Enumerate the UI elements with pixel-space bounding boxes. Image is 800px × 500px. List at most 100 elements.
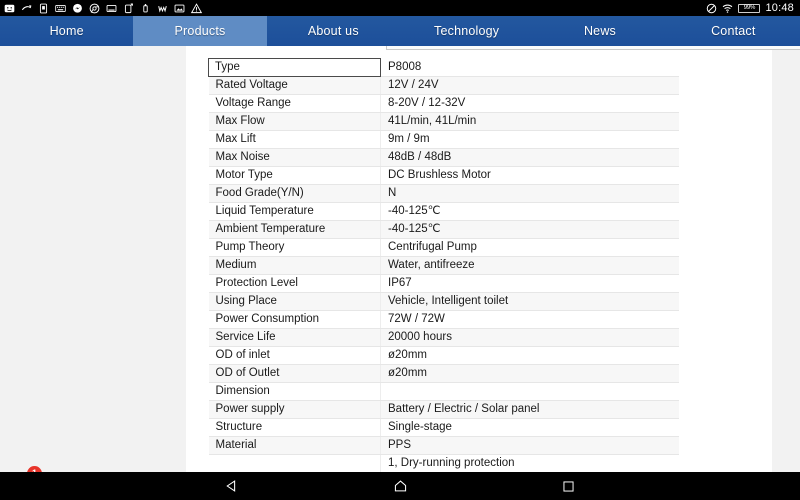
- battery-percent-sign: %: [750, 5, 755, 12]
- table-row[interactable]: Dimension: [209, 383, 679, 401]
- table-row[interactable]: Using PlaceVehicle, Intelligent toilet: [209, 293, 679, 311]
- spec-key-cell[interactable]: Structure: [209, 419, 381, 437]
- spec-value-cell[interactable]: Centrifugal Pump: [381, 239, 679, 257]
- spec-value-cell[interactable]: P8008: [381, 59, 679, 77]
- spec-value-cell[interactable]: IP67: [381, 275, 679, 293]
- product-specification-table: TypeP8008Rated Voltage12V / 24VVoltage R…: [208, 58, 679, 472]
- spec-key-cell[interactable]: Food Grade(Y/N): [209, 185, 381, 203]
- status-bar-notification-icons: [0, 3, 706, 14]
- spec-value-cell[interactable]: 9m / 9m: [381, 131, 679, 149]
- site-top-navigation[interactable]: Home Products About us Technology News C…: [0, 16, 800, 46]
- recents-button[interactable]: [559, 477, 577, 495]
- nav-item-technology[interactable]: Technology: [400, 16, 533, 46]
- spec-key-cell[interactable]: Medium: [209, 257, 381, 275]
- android-navigation-bar[interactable]: [0, 472, 800, 500]
- spec-value-cell[interactable]: 20000 hours: [381, 329, 679, 347]
- sim-card-icon: [38, 3, 49, 14]
- table-row[interactable]: MediumWater, antifreeze: [209, 257, 679, 275]
- spec-value-cell[interactable]: 1, Dry-running protection: [381, 455, 679, 473]
- table-row[interactable]: Power supplyBattery / Electric / Solar p…: [209, 401, 679, 419]
- chrome-icon: [89, 3, 100, 14]
- gallery-icon: [174, 3, 185, 14]
- battery-indicator: 99%: [738, 4, 760, 13]
- spec-value-cell[interactable]: 72W / 72W: [381, 311, 679, 329]
- spec-value-cell[interactable]: -40-125℃: [381, 221, 679, 239]
- table-row[interactable]: Ambient Temperature-40-125℃: [209, 221, 679, 239]
- spec-value-cell[interactable]: 41L/min, 41L/min: [381, 113, 679, 131]
- status-bar-clock: 10:48: [765, 3, 794, 14]
- spec-key-cell[interactable]: Type: [209, 59, 381, 77]
- spec-key-cell[interactable]: Max Lift: [209, 131, 381, 149]
- spec-key-cell[interactable]: Motor Type: [209, 167, 381, 185]
- table-row[interactable]: Pump TheoryCentrifugal Pump: [209, 239, 679, 257]
- table-row[interactable]: Max Noise48dB / 48dB: [209, 149, 679, 167]
- nav-item-contact[interactable]: Contact: [667, 16, 800, 46]
- device-screen: 99% 10:48 Home Products About us Technol…: [0, 0, 800, 500]
- spec-value-cell[interactable]: Vehicle, Intelligent toilet: [381, 293, 679, 311]
- nav-item-products[interactable]: Products: [133, 16, 266, 46]
- table-row[interactable]: 1, Dry-running protection: [209, 455, 679, 473]
- table-row[interactable]: Food Grade(Y/N)N: [209, 185, 679, 203]
- spec-key-cell[interactable]: Ambient Temperature: [209, 221, 381, 239]
- table-row[interactable]: Protection LevelIP67: [209, 275, 679, 293]
- spec-key-cell[interactable]: OD of inlet: [209, 347, 381, 365]
- whatsapp-icon: [157, 3, 168, 14]
- spec-key-cell[interactable]: Power Consumption: [209, 311, 381, 329]
- spec-key-cell[interactable]: Using Place: [209, 293, 381, 311]
- spec-value-cell[interactable]: ø20mm: [381, 347, 679, 365]
- spec-table-body: TypeP8008Rated Voltage12V / 24VVoltage R…: [209, 59, 679, 473]
- spec-key-cell[interactable]: OD of Outlet: [209, 365, 381, 383]
- spec-key-cell[interactable]: Voltage Range: [209, 95, 381, 113]
- spec-key-cell[interactable]: Power supply: [209, 401, 381, 419]
- nav-item-about-us[interactable]: About us: [267, 16, 400, 46]
- call-missed-icon: [21, 3, 32, 14]
- keyboard-icon: [55, 3, 66, 14]
- spec-key-cell[interactable]: [209, 455, 381, 473]
- table-row[interactable]: Max Flow41L/min, 41L/min: [209, 113, 679, 131]
- spec-value-cell[interactable]: ø20mm: [381, 365, 679, 383]
- status-bar-system-icons: 99% 10:48: [706, 3, 800, 14]
- table-row[interactable]: Rated Voltage12V / 24V: [209, 77, 679, 95]
- spec-value-cell[interactable]: 48dB / 48dB: [381, 149, 679, 167]
- facebook-messenger-icon: [72, 3, 83, 14]
- spec-value-cell[interactable]: 12V / 24V: [381, 77, 679, 95]
- table-row[interactable]: MaterialPPS: [209, 437, 679, 455]
- spec-key-cell[interactable]: Max Flow: [209, 113, 381, 131]
- table-row[interactable]: TypeP8008: [209, 59, 679, 77]
- spec-value-cell[interactable]: Water, antifreeze: [381, 257, 679, 275]
- spec-value-cell[interactable]: -40-125℃: [381, 203, 679, 221]
- spec-key-cell[interactable]: Pump Theory: [209, 239, 381, 257]
- spec-key-cell[interactable]: Rated Voltage: [209, 77, 381, 95]
- spec-value-cell[interactable]: 8-20V / 12-32V: [381, 95, 679, 113]
- table-row[interactable]: Max Lift9m / 9m: [209, 131, 679, 149]
- spec-key-cell[interactable]: Service Life: [209, 329, 381, 347]
- spec-value-cell[interactable]: Single-stage: [381, 419, 679, 437]
- spec-value-cell[interactable]: PPS: [381, 437, 679, 455]
- browser-viewport[interactable]: TypeP8008Rated Voltage12V / 24VVoltage R…: [0, 46, 800, 472]
- spec-key-cell[interactable]: Dimension: [209, 383, 381, 401]
- back-button[interactable]: [223, 477, 241, 495]
- home-button[interactable]: [391, 477, 409, 495]
- do-not-disturb-icon: [706, 3, 717, 14]
- table-row[interactable]: Liquid Temperature-40-125℃: [209, 203, 679, 221]
- share-icon: [123, 3, 134, 14]
- spec-value-cell[interactable]: Battery / Electric / Solar panel: [381, 401, 679, 419]
- table-row[interactable]: OD of inletø20mm: [209, 347, 679, 365]
- spec-value-cell[interactable]: [381, 383, 679, 401]
- clipped-element-above-table: [386, 46, 800, 50]
- table-row[interactable]: Service Life20000 hours: [209, 329, 679, 347]
- nav-item-home[interactable]: Home: [0, 16, 133, 46]
- spec-value-cell[interactable]: N: [381, 185, 679, 203]
- spec-key-cell[interactable]: Material: [209, 437, 381, 455]
- table-row[interactable]: Voltage Range8-20V / 12-32V: [209, 95, 679, 113]
- table-row[interactable]: Power Consumption72W / 72W: [209, 311, 679, 329]
- messaging-icon: [4, 3, 15, 14]
- spec-key-cell[interactable]: Max Noise: [209, 149, 381, 167]
- table-row[interactable]: Motor TypeDC Brushless Motor: [209, 167, 679, 185]
- table-row[interactable]: OD of Outletø20mm: [209, 365, 679, 383]
- spec-key-cell[interactable]: Liquid Temperature: [209, 203, 381, 221]
- table-row[interactable]: StructureSingle-stage: [209, 419, 679, 437]
- nav-item-news[interactable]: News: [533, 16, 666, 46]
- spec-value-cell[interactable]: DC Brushless Motor: [381, 167, 679, 185]
- spec-key-cell[interactable]: Protection Level: [209, 275, 381, 293]
